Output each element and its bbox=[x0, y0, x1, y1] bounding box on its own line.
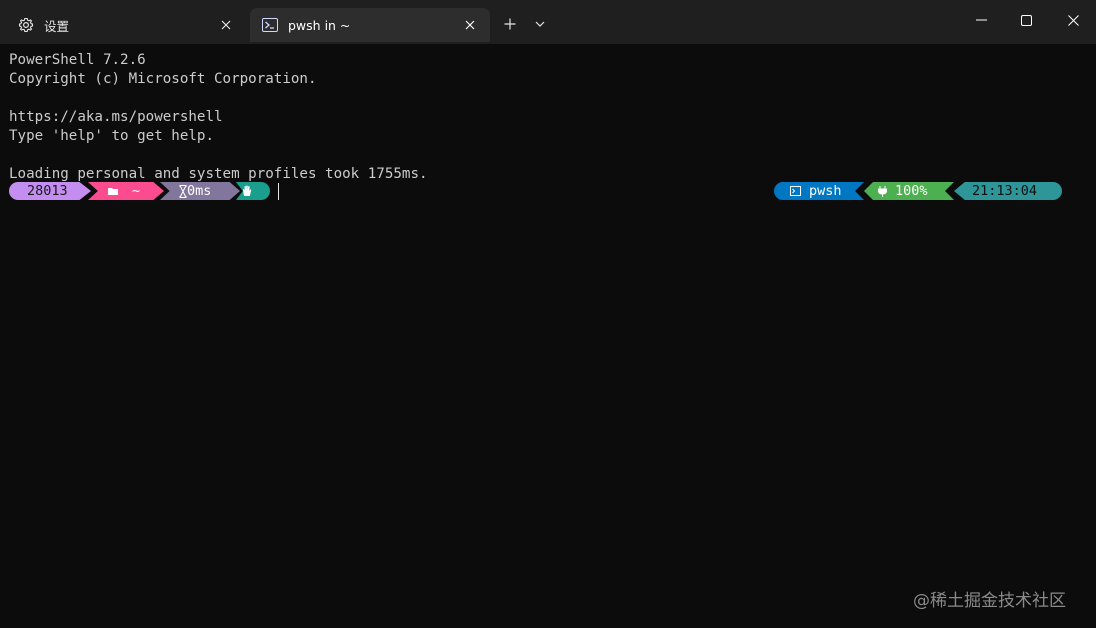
close-window-button[interactable] bbox=[1050, 0, 1096, 40]
plug-icon bbox=[878, 185, 887, 197]
terminal-line: Copyright (c) Microsoft Corporation. bbox=[9, 71, 317, 87]
minimize-button[interactable] bbox=[958, 0, 1004, 40]
terminal-line: PowerShell 7.2.6 bbox=[9, 52, 146, 68]
terminal-icon bbox=[790, 186, 801, 196]
clock-text: 21:13:04 bbox=[972, 183, 1038, 199]
terminal-line: https://aka.ms/powershell bbox=[9, 109, 223, 125]
pid-text: 28013 bbox=[27, 183, 68, 199]
chevron-down-icon[interactable] bbox=[526, 10, 554, 38]
shell-name: pwsh bbox=[809, 183, 842, 199]
title-bar: 设置 pwsh in ~ bbox=[0, 0, 1096, 44]
prompt-pid-segment: 28013 bbox=[9, 182, 91, 200]
hourglass-icon bbox=[179, 184, 187, 198]
prompt-battery-segment: 100% bbox=[864, 182, 954, 200]
tab-settings[interactable]: 设置 bbox=[6, 8, 246, 42]
prompt-duration-segment: 0ms bbox=[160, 182, 240, 200]
terminal-window: 设置 pwsh in ~ PowerShell 7.2.6 Copyright … bbox=[0, 0, 1096, 628]
close-tab-icon[interactable] bbox=[214, 13, 238, 37]
terminal-output[interactable]: PowerShell 7.2.6 Copyright (c) Microsoft… bbox=[0, 44, 1096, 628]
text-cursor bbox=[278, 183, 279, 200]
tab-title: 设置 bbox=[44, 18, 70, 34]
prompt-clock-segment: 21:13:04 bbox=[954, 182, 1062, 200]
close-tab-icon[interactable] bbox=[458, 13, 482, 37]
tab-pwsh[interactable]: pwsh in ~ bbox=[250, 8, 490, 42]
battery-level: 100% bbox=[895, 183, 928, 199]
gear-icon bbox=[18, 17, 34, 33]
maximize-button[interactable] bbox=[1003, 0, 1049, 40]
tab-title: pwsh in ~ bbox=[288, 17, 351, 33]
prompt-path-segment: ~ bbox=[88, 182, 164, 200]
powershell-icon bbox=[262, 17, 278, 33]
folder-icon bbox=[108, 187, 118, 195]
watermark: @稀土掘金技术社区 bbox=[913, 591, 1066, 611]
prompt-shell-segment: pwsh bbox=[774, 182, 864, 200]
new-tab-button[interactable] bbox=[496, 10, 524, 38]
hand-icon bbox=[242, 185, 252, 197]
path-text: ~ bbox=[132, 183, 141, 199]
terminal-line: Type 'help' to get help. bbox=[9, 128, 214, 144]
duration-text: 0ms bbox=[187, 183, 212, 199]
terminal-line: Loading personal and system profiles too… bbox=[9, 166, 428, 182]
